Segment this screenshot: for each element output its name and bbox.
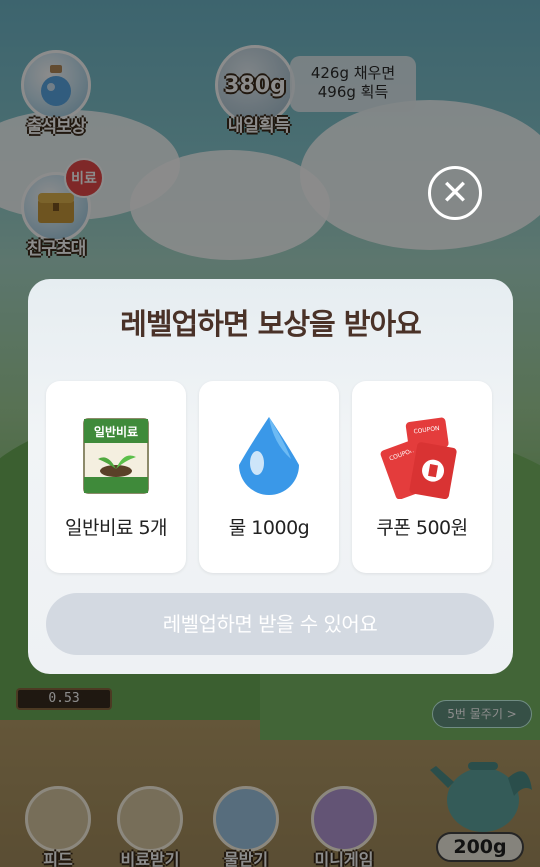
fertilizer-bag-label: 일반비료 [94,424,138,439]
reward-card-coupon: COUPON COUPON 쿠폰 500원 [352,381,492,573]
reward-name: 일반비료 5개 [64,517,168,539]
reward-name: 쿠폰 500원 [376,517,468,539]
reward-name: 물 1000g [228,517,310,539]
close-icon: ✕ [440,173,470,213]
close-button[interactable]: ✕ [428,166,482,220]
modal-title: 레벨업하면 보상을 받아요 [120,307,422,341]
reward-card-fertilizer: 일반비료 일반비료 5개 [46,381,186,573]
levelup-reward-modal: 레벨업하면 보상을 받아요 일반비료 일반비료 5개 물 1000g COUPO… [28,279,513,674]
coupon-icon: COUPON COUPON [352,411,492,501]
reward-card-water: 물 1000g [199,381,339,573]
water-drop-icon [199,411,339,501]
fertilizer-bag-icon: 일반비료 [46,411,186,501]
levelup-claim-button[interactable]: 레벨업하면 받을 수 있어요 [46,593,494,655]
